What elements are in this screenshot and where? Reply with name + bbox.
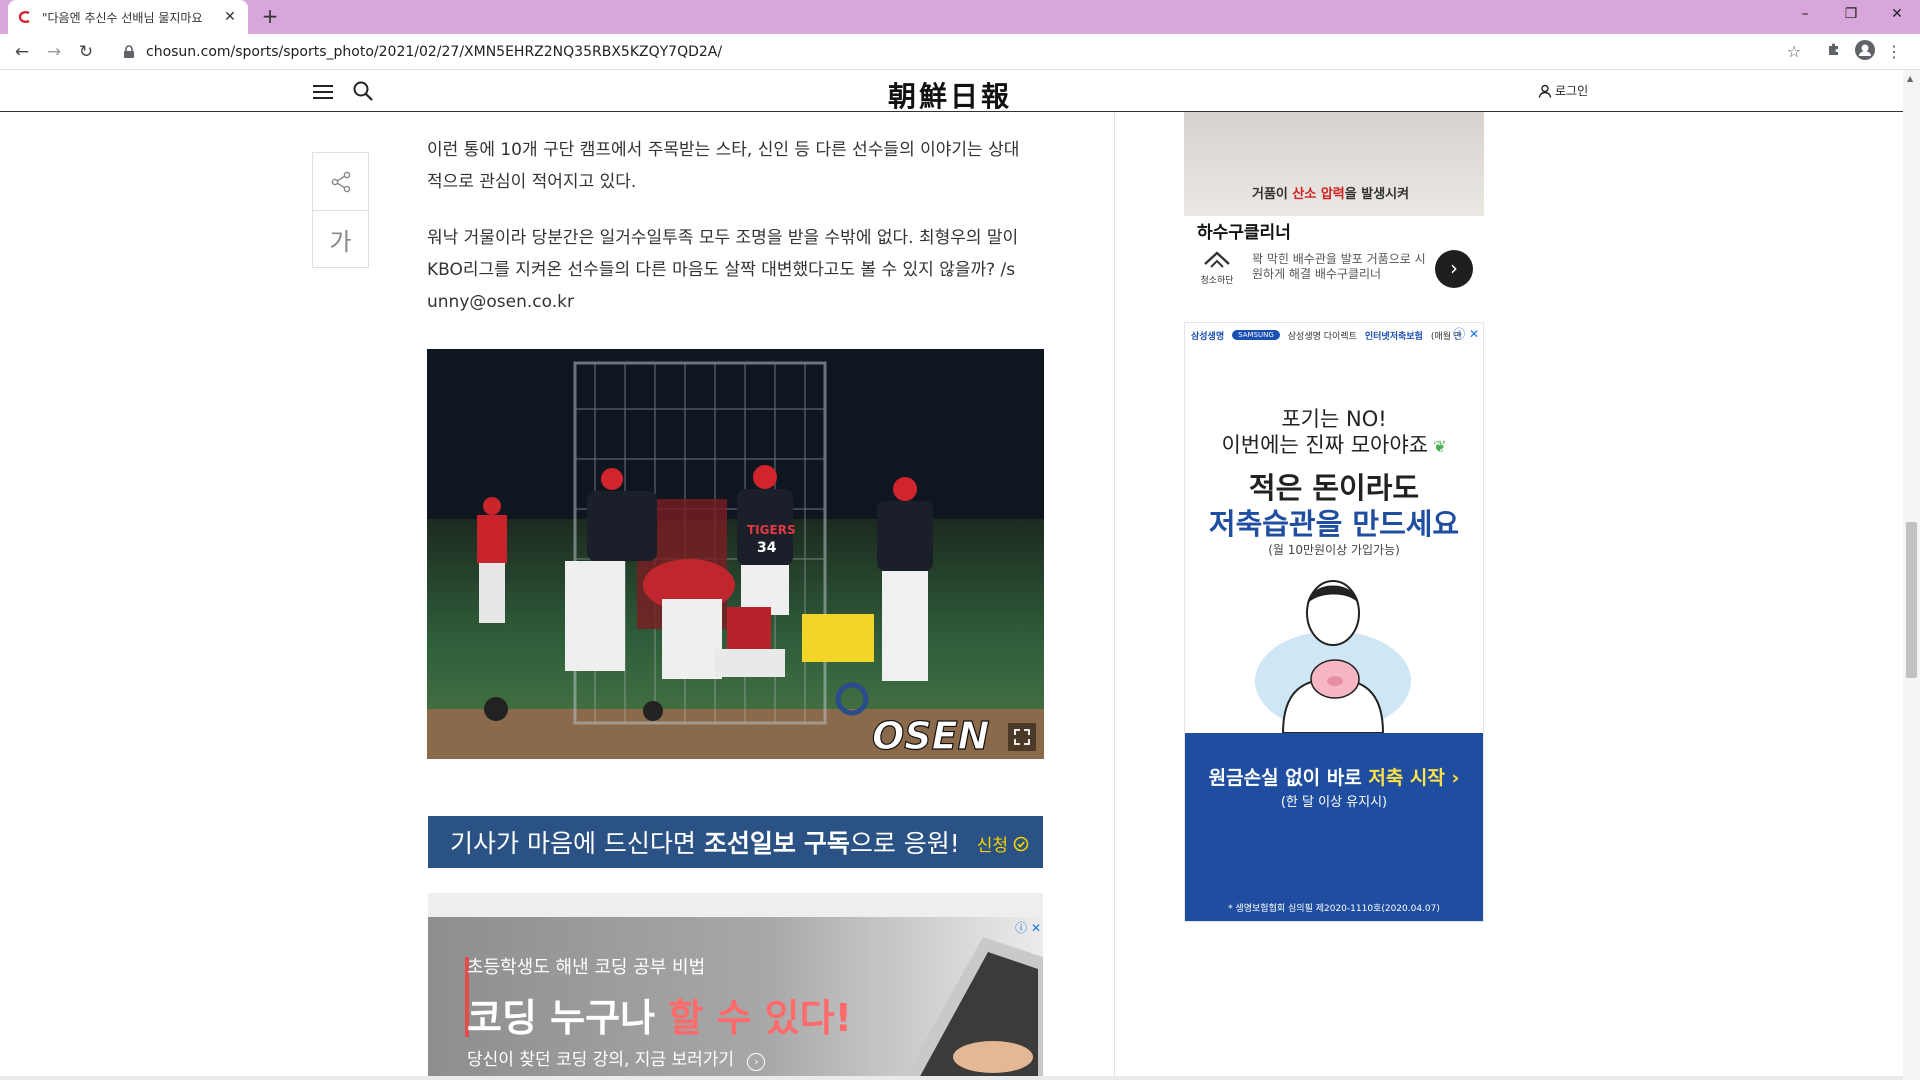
article-paragraph-1: 이런 통에 10개 구단 캠프에서 주목받는 스타, 신인 등 다른 선수들의 … — [427, 134, 1045, 198]
subscribe-text-strong: 구독 — [803, 829, 850, 858]
man-with-piggybank-illustration — [1255, 580, 1411, 733]
samsung-ad-bottom[interactable]: 원금손실 없이 바로 저축 시작 › (한 달 이상 유지시) * 생명보험협회… — [1185, 733, 1483, 921]
profile-avatar-icon[interactable] — [1853, 40, 1877, 64]
drain-ad-description: 꽉 막힌 배수관을 발포 거품으로 시원하게 해결 배수구클리너 — [1252, 252, 1426, 281]
paragraph-line: 워낙 거물이라 당분간은 일거수일투족 모두 조명을 받을 수밖에 없다. 최형… — [427, 228, 1019, 248]
samsung-ad-strip: 삼성생명 SAMSUNG 삼성생명 다이렉트 인터넷저축보험 (매월 만 — [1191, 330, 1463, 342]
url-text: chosun.com/sports/sports_photo/2021/02/2… — [146, 44, 723, 60]
drain-ad-image: 거품이 산소 압력을 발생시켜 — [1184, 112, 1484, 216]
samsung-ad-cta-sub: (한 달 이상 유지시) — [1280, 795, 1388, 810]
chosun-logo[interactable]: 朝鮮日報 — [880, 75, 1020, 115]
tab-close-icon[interactable]: ✕ — [222, 9, 238, 25]
horizontal-scrollbar[interactable] — [0, 1076, 1903, 1080]
samsung-logo: SAMSUNG — [1232, 330, 1280, 340]
arrow-circle-icon: › — [747, 1053, 766, 1071]
kebab-menu-icon[interactable]: ⋮ — [1886, 40, 1902, 64]
share-button[interactable] — [313, 153, 368, 210]
adchoices-icon[interactable]: ⓘ ✕ — [1453, 325, 1479, 342]
chosun-favicon-icon — [18, 11, 30, 23]
login-label: 로그인 — [1555, 84, 1589, 98]
subscribe-banner[interactable]: 기사가 마음에 드신다면 조선일보 구독 으로 응원! 신청 — [428, 816, 1043, 868]
url-field[interactable]: chosun.com/sports/sports_photo/2021/02/2… — [110, 38, 1800, 66]
apply-label: 신청 — [976, 836, 1008, 856]
drain-ad-brand: 하수구클리너 — [1197, 223, 1291, 243]
login-link[interactable]: 로그인 — [1538, 82, 1588, 99]
samsung-ad-small: (월 10만원이상 가입가능) — [1268, 543, 1400, 557]
leaf-icon: ❦ — [1428, 437, 1447, 456]
paragraph-line: KBO리그를 지켜온 선수들의 다른 마음도 살짝 대변했다고도 볼 수 있지 … — [427, 260, 1016, 280]
drain-ad-logo: 청소하단 — [1198, 250, 1236, 286]
column-divider — [1114, 112, 1115, 1080]
share-icon — [331, 171, 350, 192]
coding-ad[interactable]: 초등학생도 해낸 코딩 공부 비법 코딩 누구나 할 수 있다! 당신이 찾던 … — [428, 893, 1043, 1080]
vertical-scrollbar[interactable]: ▲ — [1903, 70, 1920, 1080]
paragraph-line: unny@osen.co.kr — [427, 292, 574, 312]
paragraph-line: 이런 통에 10개 구단 캠프에서 주목받는 스타, 신인 등 다른 선수들의 … — [427, 140, 1020, 160]
new-tab-button[interactable]: + — [258, 5, 282, 29]
drain-cleaner-ad[interactable]: 거품이 산소 압력을 발생시켜 하수구클리너 청소하단 꽉 막힌 배수관을 발포… — [1184, 112, 1484, 298]
back-arrow-icon[interactable]: ← — [10, 40, 34, 64]
adchoices-icon[interactable]: ⓘ ✕ — [1015, 919, 1041, 936]
subscribe-text-post: 으로 응원! — [849, 829, 960, 858]
scrollbar-thumb[interactable] — [1906, 522, 1917, 678]
check-circle-icon — [1013, 836, 1029, 851]
site-header: 朝鮮日報 로그인 — [0, 70, 1903, 115]
restore-button[interactable]: ❐ — [1828, 0, 1874, 30]
hamburger-menu-icon[interactable] — [313, 82, 333, 100]
paragraph-line: 적으로 관심이 적어지고 있다. — [427, 172, 637, 192]
address-bar-row: ← → ↻ chosun.com/sports/sports_photo/202… — [0, 34, 1920, 70]
article-tools: 가 — [312, 152, 369, 268]
samsung-life-ad[interactable]: 삼성생명 SAMSUNG 삼성생명 다이렉트 인터넷저축보험 (매월 만 ⓘ ✕… — [1184, 322, 1484, 922]
subscribe-apply-button[interactable]: 신청 — [977, 831, 1029, 856]
coding-ad-headline: 코딩 누구나 할 수 있다! — [467, 996, 852, 1040]
coding-ad-cta[interactable]: 당신이 찾던 코딩 강의, 지금 보러가기 › — [467, 1045, 766, 1071]
samsung-ad-line2: 이번에는 진짜 모아야죠 ❦ — [1221, 433, 1447, 457]
baseball-practice-photo: TIGERS 34 OSEN — [427, 349, 1044, 759]
minimize-button[interactable]: – — [1782, 0, 1828, 30]
osen-watermark: OSEN — [872, 714, 989, 758]
samsung-ad-cta: 원금손실 없이 바로 저축 시작 › — [1208, 767, 1460, 789]
scroll-up-arrow-icon[interactable]: ▲ — [1907, 74, 1913, 83]
reload-icon[interactable]: ↻ — [74, 40, 98, 64]
expand-photo-icon[interactable] — [1008, 723, 1036, 751]
user-icon — [1538, 84, 1552, 98]
chevron-right-icon[interactable]: › — [1435, 250, 1473, 288]
close-window-button[interactable]: ✕ — [1874, 0, 1920, 30]
samsung-ad-big2: 저축습관을 만드세요 — [1208, 507, 1460, 541]
house-logo-icon — [1204, 251, 1230, 268]
svg-text:34: 34 — [757, 540, 777, 556]
svg-text:TIGERS: TIGERS — [747, 523, 796, 537]
samsung-ad-note: * 생명보험협회 심의필 제2020-1110호(2020.04.07) — [1228, 904, 1440, 914]
font-size-button[interactable]: 가 — [313, 210, 368, 267]
bookmark-star-icon[interactable]: ☆ — [1782, 40, 1806, 64]
lock-icon — [124, 45, 134, 58]
forward-arrow-icon[interactable]: → — [42, 40, 66, 64]
subscribe-text-pre: 기사가 마음에 드신다면 — [450, 829, 704, 858]
tab-title: "다음엔 추신수 선배님 물지마요 — [42, 10, 203, 25]
subscribe-text-strong: 조선일보 — [703, 829, 796, 858]
browser-tab-active[interactable]: "다음엔 추신수 선배님 물지마요 ✕ — [8, 0, 248, 34]
search-icon[interactable] — [352, 80, 374, 102]
extensions-puzzle-icon[interactable] — [1822, 40, 1846, 64]
puzzle-icon — [1829, 43, 1838, 55]
tab-strip: "다음엔 추신수 선배님 물지마요 ✕ + – ❐ ✕ — [0, 0, 1920, 34]
article-photo[interactable]: TIGERS 34 OSEN — [427, 349, 1044, 759]
drain-ad-caption: 거품이 산소 압력을 발생시켜 — [1252, 187, 1410, 202]
coding-ad-banner: 초등학생도 해낸 코딩 공부 비법 코딩 누구나 할 수 있다! 당신이 찾던 … — [428, 917, 1043, 1080]
laptop-illustration — [903, 937, 1043, 1080]
coding-ad-subtitle: 초등학생도 해낸 코딩 공부 비법 — [467, 957, 706, 978]
article-paragraph-2: 워낙 거물이라 당분간은 일거수일투족 모두 조명을 받을 수밖에 없다. 최형… — [427, 222, 1045, 318]
